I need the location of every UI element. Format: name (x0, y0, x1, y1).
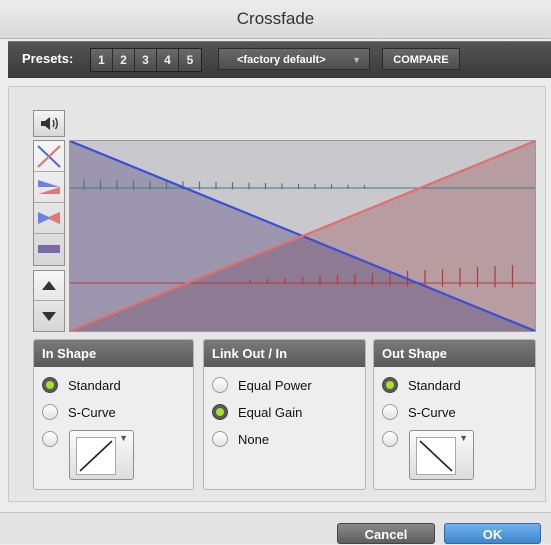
out-shape-option-standard[interactable]: Standard (382, 375, 461, 395)
radio-selected[interactable] (42, 377, 58, 393)
link-title: Link Out / In (204, 340, 365, 367)
compare-button[interactable]: COMPARE (382, 48, 460, 70)
falling-curve-icon (416, 437, 456, 475)
in-shape-curve-selector[interactable]: ▼ (69, 430, 134, 480)
radio-unselected[interactable] (382, 431, 398, 447)
audition-button[interactable] (33, 110, 65, 137)
radio-unselected[interactable] (212, 377, 228, 393)
link-group: Link Out / In Equal Power Equal Gain Non… (203, 339, 366, 490)
radio-selected[interactable] (382, 377, 398, 393)
out-shape-curve-selector[interactable]: ▼ (409, 430, 474, 480)
preset-slot-4[interactable]: 4 (157, 49, 179, 71)
radio-selected[interactable] (212, 404, 228, 420)
preset-slot-2[interactable]: 2 (113, 49, 135, 71)
cancel-button[interactable]: Cancel (337, 523, 435, 544)
in-shape-option-s-curve[interactable]: S-Curve (42, 402, 116, 422)
nudge-down-button[interactable] (34, 301, 64, 331)
fade-in-shape-icon (38, 180, 60, 194)
preset-slot-1[interactable]: 1 (91, 49, 113, 71)
window-title: Crossfade (0, 0, 551, 39)
nav-column (33, 270, 65, 332)
link-option-equal-gain[interactable]: Equal Gain (212, 402, 302, 422)
radio-unselected[interactable] (42, 431, 58, 447)
nudge-up-button[interactable] (34, 271, 64, 301)
rising-curve-icon (76, 437, 116, 475)
in-shape-title: In Shape (34, 340, 193, 367)
in-shape-group: In Shape Standard S-Curve ▼ (33, 339, 194, 490)
bowtie-shape-icon (38, 212, 60, 224)
preset-dropdown-value: <factory default> (237, 54, 326, 66)
presets-label: Presets: (22, 51, 74, 66)
x-shape-icon (37, 145, 61, 168)
link-option-none[interactable]: None (212, 429, 269, 449)
radio-unselected[interactable] (212, 431, 228, 447)
in-shape-option-custom[interactable] (42, 429, 58, 449)
fade-in-shape-button[interactable] (34, 172, 64, 203)
radio-unselected[interactable] (382, 404, 398, 420)
ok-button[interactable]: OK (444, 523, 541, 544)
out-shape-option-s-curve[interactable]: S-Curve (382, 402, 456, 422)
out-shape-title: Out Shape (374, 340, 535, 367)
preset-slot-group: 1 2 3 4 5 (90, 48, 202, 72)
bar-shape-icon (38, 245, 60, 253)
radio-unselected[interactable] (42, 404, 58, 420)
chevron-down-icon: ▼ (352, 55, 361, 65)
presets-bar: Presets: 1 2 3 4 5 <factory default> ▼ C… (8, 41, 551, 78)
out-shape-group: Out Shape Standard S-Curve ▼ (373, 339, 536, 490)
preset-slot-5[interactable]: 5 (179, 49, 201, 71)
down-arrow-icon (42, 312, 56, 321)
in-shape-option-standard[interactable]: Standard (42, 375, 121, 395)
crossfade-graph[interactable] (69, 140, 536, 332)
bar-shape-button[interactable] (34, 234, 64, 265)
up-arrow-icon (42, 281, 56, 290)
link-option-equal-power[interactable]: Equal Power (212, 375, 312, 395)
chevron-down-icon: ▼ (459, 433, 468, 443)
preset-slot-3[interactable]: 3 (135, 49, 157, 71)
out-shape-option-custom[interactable] (382, 429, 398, 449)
dialog-footer: Cancel OK (0, 512, 551, 544)
x-shape-button[interactable] (34, 141, 64, 172)
shape-column (33, 140, 65, 266)
preset-dropdown[interactable]: <factory default> ▼ (218, 48, 370, 70)
bowtie-shape-button[interactable] (34, 203, 64, 234)
speaker-icon (41, 117, 58, 130)
chevron-down-icon: ▼ (119, 433, 128, 443)
